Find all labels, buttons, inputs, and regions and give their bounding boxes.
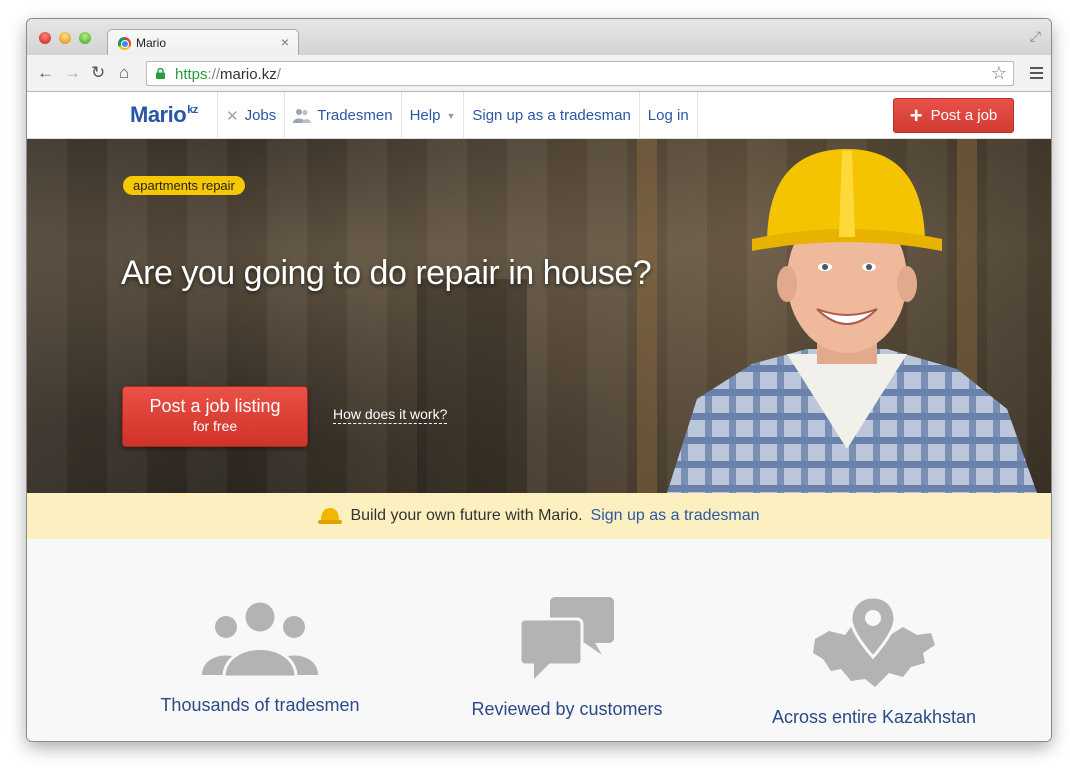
logo-suffix: kz <box>187 104 198 116</box>
map-pin-icon <box>813 597 935 687</box>
helmet-icon <box>318 508 343 524</box>
promo-signup-link[interactable]: Sign up as a tradesman <box>591 507 760 525</box>
star-icon[interactable]: ☆ <box>991 63 1007 84</box>
nav-signup[interactable]: Sign up as a tradesman <box>463 92 638 139</box>
chat-bubbles-icon <box>520 597 614 679</box>
hero-banner: apartments repair Are you going to do re… <box>27 139 1051 493</box>
site-header: Mariokz ✕ Jobs Tradesmen Help ▼ Sign up … <box>27 92 1051 139</box>
page-content: Mariokz ✕ Jobs Tradesmen Help ▼ Sign up … <box>27 92 1051 741</box>
post-listing-sublabel: for free <box>192 418 238 434</box>
category-tag[interactable]: apartments repair <box>123 176 245 195</box>
chrome-favicon-icon <box>118 37 131 50</box>
post-listing-button[interactable]: Post a job listing for free <box>122 386 308 447</box>
address-bar[interactable]: https://mario.kz/ ☆ <box>146 61 1014 86</box>
nav-tradesmen-label: Tradesmen <box>317 107 393 124</box>
browser-toolbar: ← → ↻ ⌂ https://mario.kz/ ☆ <box>27 55 1051 92</box>
nav-jobs-label: Jobs <box>244 107 277 124</box>
menu-icon[interactable] <box>1030 67 1043 82</box>
people-icon <box>202 599 318 677</box>
hero-title: Are you going to do repair in house? <box>121 254 652 292</box>
post-listing-label: Post a job listing <box>149 396 281 416</box>
reload-icon[interactable]: ↻ <box>91 63 105 83</box>
promo-bar: Build your own future with Mario. Sign u… <box>27 493 1051 539</box>
how-it-works-link[interactable]: How does it work? <box>333 406 448 424</box>
close-window-button[interactable] <box>39 32 51 44</box>
post-job-label: Post a job <box>930 107 998 124</box>
nav-help[interactable]: Help ▼ <box>400 92 464 139</box>
tab-close-icon[interactable]: × <box>281 34 289 50</box>
browser-window: Mario × ⤢ ← → ↻ ⌂ https://mario.kz/ ☆ Ma… <box>27 19 1051 741</box>
url-separator: :// <box>207 66 221 83</box>
lock-icon <box>156 68 165 79</box>
site-logo[interactable]: Mariokz <box>130 102 198 128</box>
users-icon <box>293 108 312 123</box>
fullscreen-icon[interactable]: ⤢ <box>1030 28 1041 45</box>
tab-strip: Mario × ⤢ <box>27 19 1051 56</box>
chevron-down-icon: ▼ <box>446 110 456 121</box>
nav-login-label: Log in <box>647 107 689 124</box>
feature-kazakhstan: Across entire Kazakhstan <box>719 539 1029 728</box>
plus-icon: + <box>909 102 923 128</box>
features-section: Thousands of tradesmen Reviewed by custo… <box>27 539 1051 741</box>
feature-label: Across entire Kazakhstan <box>771 707 977 727</box>
feature-label: Reviewed by customers <box>471 699 663 719</box>
nav-help-label: Help <box>409 107 441 124</box>
zoom-window-button[interactable] <box>79 32 91 44</box>
worker-photo <box>667 149 1037 493</box>
hero-beam <box>637 139 657 493</box>
nav-login[interactable]: Log in <box>638 92 698 139</box>
back-icon[interactable]: ← <box>37 63 54 83</box>
promo-text: Build your own future with Mario. <box>350 507 583 524</box>
tools-icon: ✕ <box>226 107 239 125</box>
url-host: mario.kz <box>220 66 277 83</box>
url-text: https://mario.kz/ <box>175 66 281 83</box>
nav-signup-label: Sign up as a tradesman <box>472 107 631 124</box>
feature-tradesmen: Thousands of tradesmen <box>105 539 415 716</box>
minimize-window-button[interactable] <box>59 32 71 44</box>
url-scheme: https <box>175 66 208 83</box>
browser-tab[interactable]: Mario × <box>107 29 299 56</box>
nav-jobs[interactable]: ✕ Jobs <box>217 92 284 139</box>
main-nav: ✕ Jobs Tradesmen Help ▼ Sign up as a tra… <box>217 92 698 139</box>
feature-label: Thousands of tradesmen <box>160 695 360 715</box>
post-job-button[interactable]: + Post a job <box>893 98 1014 133</box>
tab-title: Mario <box>136 36 167 50</box>
url-trail: / <box>276 66 281 83</box>
home-icon[interactable]: ⌂ <box>119 63 129 83</box>
hero-doorway <box>417 279 527 493</box>
feature-reviews: Reviewed by customers <box>412 539 722 720</box>
nav-tradesmen[interactable]: Tradesmen <box>284 92 400 139</box>
logo-text: Mario <box>130 102 187 127</box>
forward-icon[interactable]: → <box>64 63 81 83</box>
